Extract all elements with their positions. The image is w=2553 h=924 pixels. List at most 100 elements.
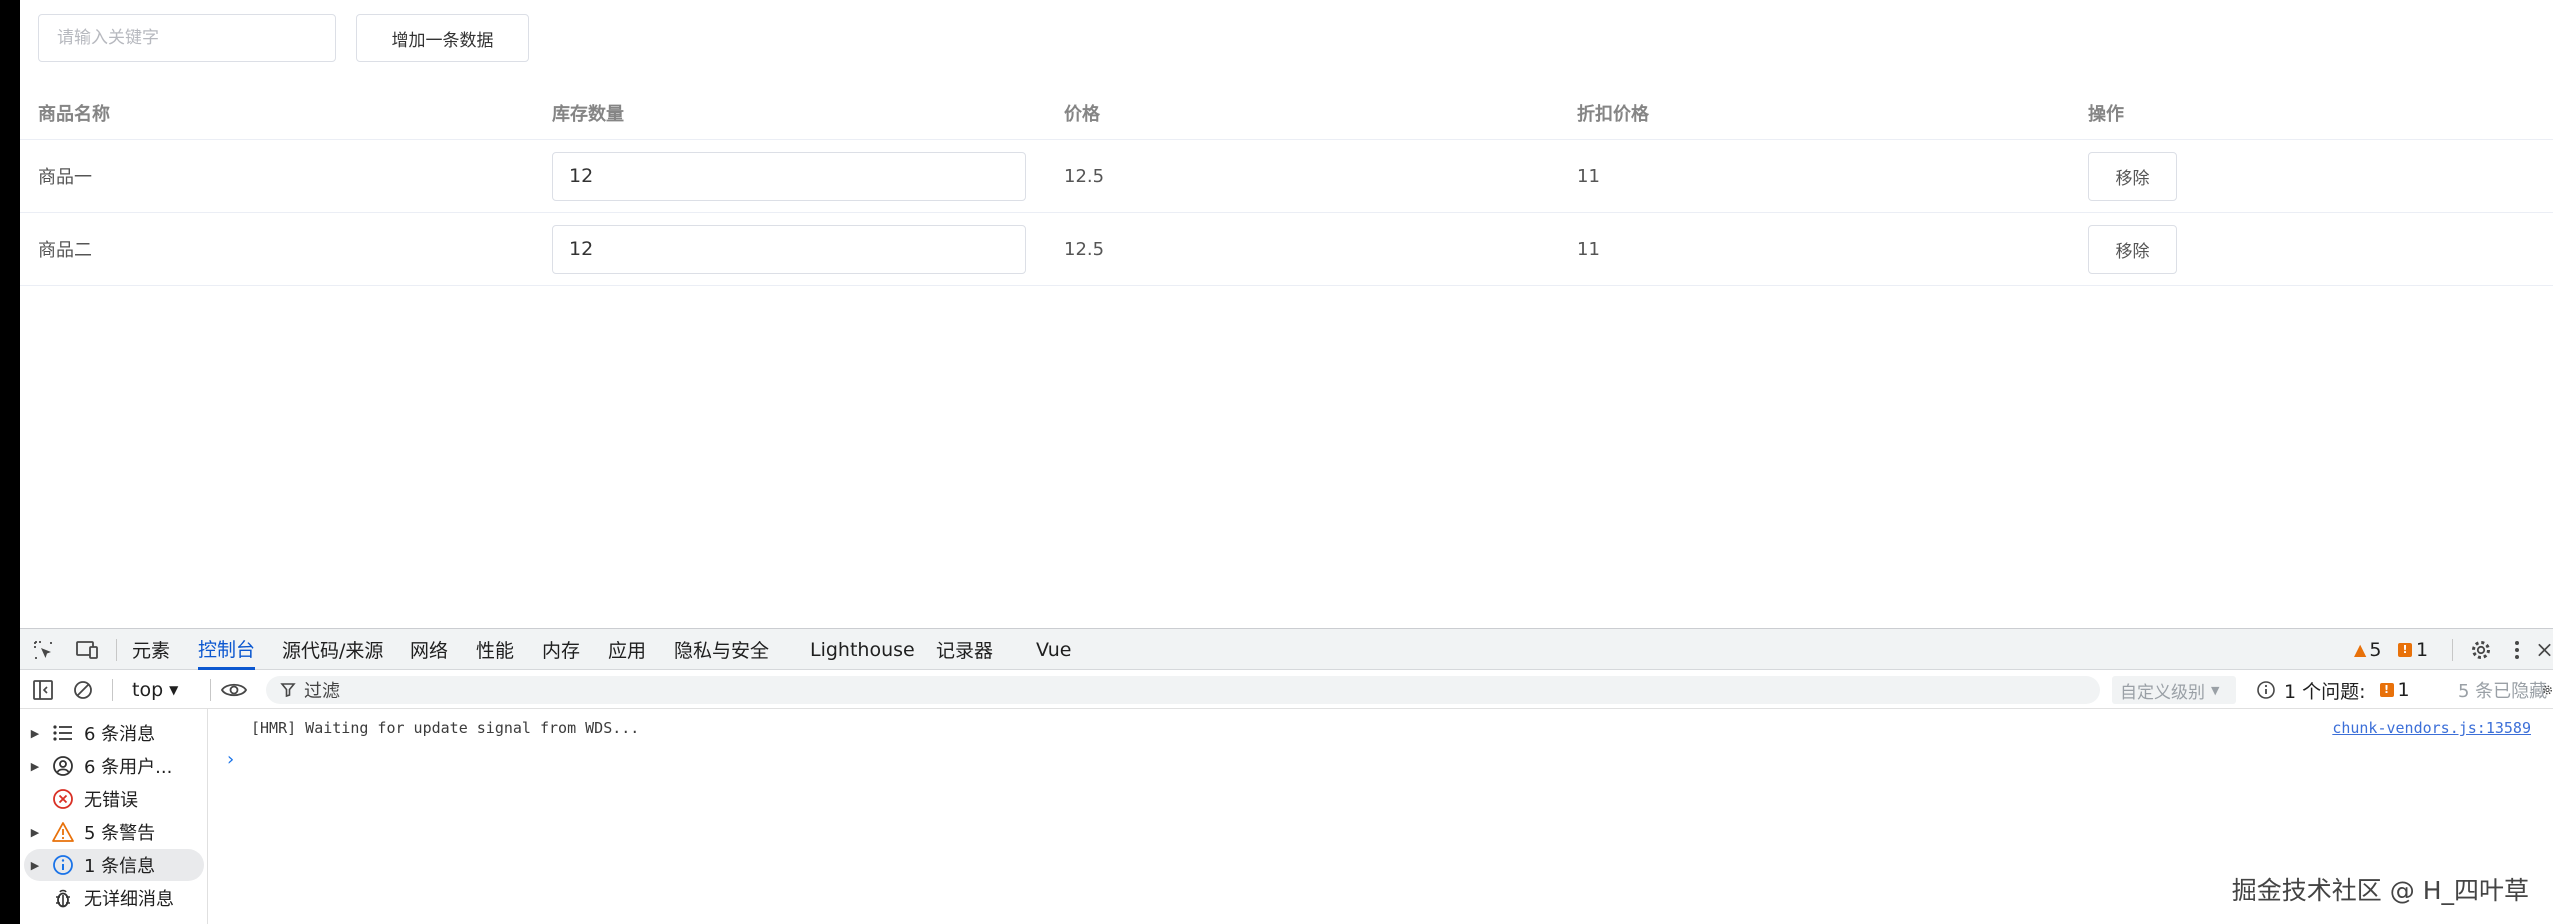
product-name: 商品二 (38, 240, 92, 261)
header-price: 价格 (1064, 103, 1100, 125)
console-message: [HMR] Waiting for update signal from WDS… (251, 719, 640, 737)
table-row: 商品二 12.5 11 移除 (20, 213, 2553, 286)
tab-memory[interactable]: 内存 (542, 629, 580, 670)
sidebar-item-messages[interactable]: ▶ 6 条消息 (24, 717, 204, 749)
sidebar-item-label: 6 条消息 (84, 724, 156, 745)
log-level-select[interactable]: 自定义级别 ▼ (2112, 676, 2236, 704)
issue-icon: ! (2398, 642, 2412, 657)
inspect-element-icon[interactable] (28, 629, 58, 670)
tab-sources[interactable]: 源代码/来源 (282, 629, 383, 670)
product-name: 商品一 (38, 167, 92, 188)
action-cell: 移除 (2088, 213, 2177, 285)
discount-cell: 11 (1577, 165, 1600, 187)
table-row: 商品一 12.5 11 移除 (20, 140, 2553, 213)
console-prompt-chevron-icon[interactable]: › (227, 749, 234, 770)
expand-arrow-icon[interactable]: ▶ (24, 826, 46, 839)
search-input[interactable] (38, 14, 336, 62)
remove-button[interactable]: 移除 (2088, 151, 2177, 201)
sidebar-item-label: 无错误 (84, 790, 138, 811)
filter-label: 过滤 (304, 681, 340, 702)
context-label: top (132, 679, 164, 701)
filter-funnel-icon (280, 682, 296, 698)
sidebar-item-info[interactable]: ▶ 1 条信息 (24, 849, 204, 881)
toolbar-separator (210, 679, 211, 701)
goods-table: 商品名称 库存数量 价格 折扣价格 操作 商品一 12.5 11 移除 商品二 (20, 86, 2553, 286)
header-name: 商品名称 (38, 103, 110, 125)
devtools-panel: 元素 控制台 源代码/来源 网络 性能 内存 应用 隐私与安全 Lighthou… (20, 628, 2553, 924)
sidebar-item-verbose[interactable]: 无详细消息 (24, 882, 204, 914)
settings-gear-icon[interactable] (2466, 629, 2496, 670)
tab-performance[interactable]: 性能 (476, 629, 514, 670)
clear-console-icon[interactable] (72, 671, 94, 709)
tab-elements[interactable]: 元素 (132, 629, 170, 670)
header-discount: 折扣价格 (1577, 103, 1649, 125)
issues-count: 1 (2397, 679, 2410, 701)
sidebar-toggle-icon[interactable] (32, 671, 54, 709)
device-toolbar-icon[interactable] (72, 629, 102, 670)
sidebar-item-user-messages[interactable]: ▶ 6 条用户... (24, 750, 204, 782)
discount-cell: 11 (1577, 238, 1600, 260)
tab-application[interactable]: 应用 (608, 629, 646, 670)
toolbar-separator (112, 679, 113, 701)
devtools-tabbar: 元素 控制台 源代码/来源 网络 性能 内存 应用 隐私与安全 Lighthou… (20, 629, 2553, 670)
user-icon (46, 755, 80, 777)
more-options-icon[interactable] (2506, 629, 2528, 670)
warning-icon (46, 821, 80, 843)
console-sidebar: ▶ 6 条消息 ▶ 6 条用户... 无错误 ▶ 5 条警告 ▶ 1 条信息 无… (20, 709, 208, 924)
tab-separator (2452, 639, 2453, 661)
warning-badge[interactable]: ▲ 5 (2354, 629, 2381, 670)
sidebar-item-warnings[interactable]: ▶ 5 条警告 (24, 816, 204, 848)
error-icon (46, 788, 80, 810)
tab-vue[interactable]: Vue (1036, 629, 1071, 670)
tab-privacy-security[interactable]: 隐私与安全 (674, 629, 769, 670)
browser-viewport: 增加一条数据 商品名称 库存数量 价格 折扣价格 操作 商品一 12.5 11 … (20, 0, 2553, 924)
live-expression-eye-icon[interactable] (220, 671, 248, 709)
issues-info-icon[interactable] (2256, 671, 2276, 709)
sidebar-item-label: 6 条用户... (84, 757, 173, 778)
caret-down-icon: ▼ (169, 683, 179, 697)
price-cell: 12.5 (1064, 165, 1105, 187)
stock-cell (552, 140, 1026, 212)
tab-separator (116, 639, 117, 661)
expand-arrow-icon[interactable]: ▶ (24, 859, 46, 872)
tab-lighthouse[interactable]: Lighthouse (810, 629, 915, 670)
hidden-messages-count: 5 条已隐藏 (2458, 681, 2548, 702)
issues-counter[interactable]: 1 个问题: ! 1 (2284, 671, 2410, 709)
warning-count: 5 (2369, 638, 2382, 661)
header-action: 操作 (2088, 103, 2124, 125)
console-filter-input[interactable]: 过滤 (266, 676, 2100, 704)
sidebar-item-label: 1 条信息 (84, 856, 156, 877)
tab-console[interactable]: 控制台 (198, 629, 256, 670)
level-label: 自定义级别 (2120, 682, 2205, 703)
sidebar-item-label: 无详细消息 (84, 889, 174, 910)
issues-label: 1 个问题: (2284, 680, 2366, 703)
action-cell: 移除 (2088, 140, 2177, 212)
watermark-text: 掘金技术社区 @ H_四叶草 (2231, 876, 2529, 905)
stock-input[interactable] (552, 224, 1026, 274)
sidebar-item-errors[interactable]: 无错误 (24, 783, 204, 815)
close-icon[interactable] (2536, 629, 2553, 670)
issue-icon: ! (2379, 683, 2394, 697)
table-header-row: 商品名称 库存数量 价格 折扣价格 操作 (20, 86, 2553, 140)
info-icon (46, 854, 80, 876)
expand-arrow-icon[interactable]: ▶ (24, 760, 46, 773)
header-stock: 库存数量 (552, 103, 624, 125)
error-badge[interactable]: ! 1 (2398, 629, 2428, 670)
stock-input[interactable] (552, 151, 1026, 201)
context-selector[interactable]: top ▼ (132, 671, 178, 709)
tab-network[interactable]: 网络 (410, 629, 448, 670)
console-message-source-link[interactable]: chunk-vendors.js:13589 (2332, 719, 2531, 737)
error-count: 1 (2416, 638, 2429, 661)
console-output: [HMR] Waiting for update signal from WDS… (209, 709, 2553, 924)
list-icon (46, 724, 80, 742)
console-toolbar: top ▼ 过滤 自定义级别 ▼ 1 个问题: ! 1 5 条已隐藏 (20, 671, 2553, 709)
app-page: 增加一条数据 商品名称 库存数量 价格 折扣价格 操作 商品一 12.5 11 … (20, 0, 2553, 628)
expand-arrow-icon[interactable]: ▶ (24, 727, 46, 740)
tab-recorder[interactable]: 记录器 (936, 629, 993, 670)
stock-cell (552, 213, 1026, 285)
remove-button[interactable]: 移除 (2088, 224, 2177, 274)
console-settings-gear-icon[interactable] (2542, 671, 2553, 709)
bug-icon (46, 887, 80, 909)
add-row-button[interactable]: 增加一条数据 (356, 14, 529, 62)
caret-down-icon: ▼ (2211, 683, 2220, 697)
